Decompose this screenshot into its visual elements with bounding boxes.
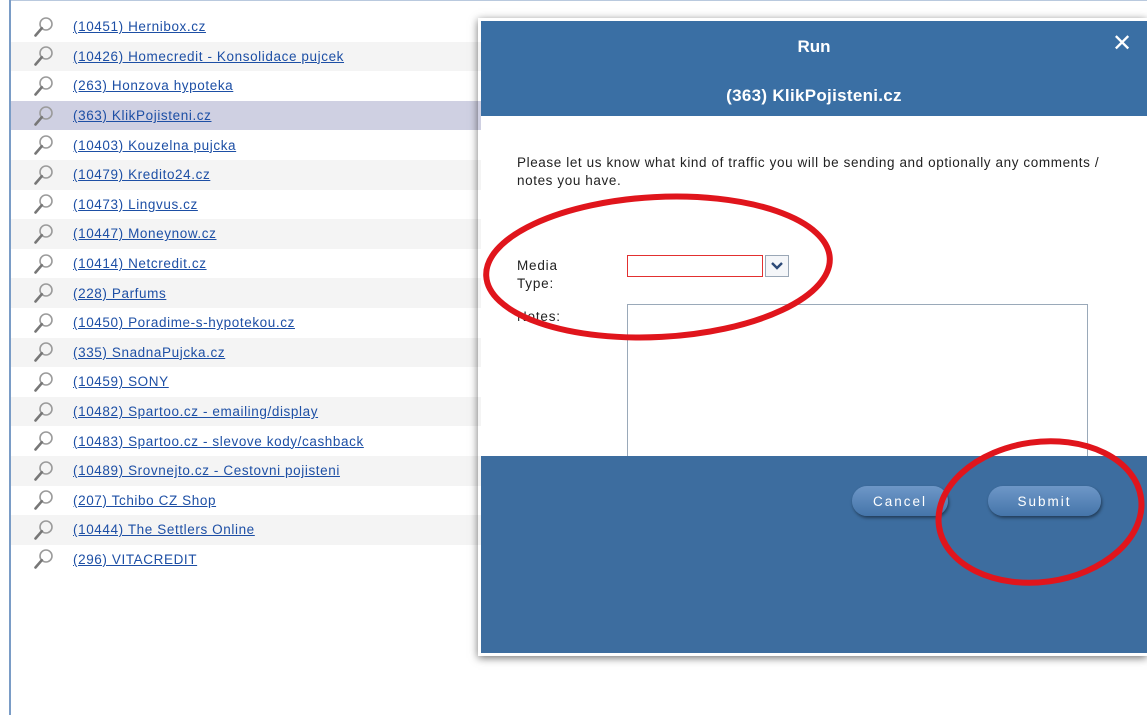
magnifier-icon[interactable] [33, 223, 55, 245]
magnifier-icon[interactable] [33, 430, 55, 452]
submit-button[interactable]: Submit [988, 486, 1101, 516]
dialog-subtitle: (363) KlikPojisteni.cz [726, 86, 902, 105]
media-type-dropdown-button[interactable] [765, 255, 789, 277]
dialog-footer: Cancel Submit [481, 456, 1147, 653]
magnifier-icon[interactable] [33, 548, 55, 570]
program-link[interactable]: (10414) Netcredit.cz [73, 256, 207, 271]
notes-label: Notes: [517, 309, 561, 324]
magnifier-icon[interactable] [33, 460, 55, 482]
program-link[interactable]: (10482) Spartoo.cz - emailing/display [73, 404, 318, 419]
program-link[interactable]: (10403) Kouzelna pujcka [73, 138, 236, 153]
magnifier-icon[interactable] [33, 341, 55, 363]
magnifier-icon[interactable] [33, 371, 55, 393]
dialog-title: Run [797, 37, 831, 56]
notes-textarea[interactable] [627, 304, 1088, 456]
cancel-button[interactable]: Cancel [852, 486, 948, 516]
media-type-label: Media Type: [517, 258, 558, 291]
program-link[interactable]: (10489) Srovnejto.cz - Cestovni pojisten… [73, 463, 340, 478]
magnifier-icon[interactable] [33, 489, 55, 511]
program-link[interactable]: (10426) Homecredit - Konsolidace pujcek [73, 49, 344, 64]
magnifier-icon[interactable] [33, 105, 55, 127]
magnifier-icon[interactable] [33, 312, 55, 334]
run-dialog: Run (363) KlikPojisteni.cz ✕ Please let … [481, 21, 1147, 653]
program-link[interactable]: (10473) Lingvus.cz [73, 197, 198, 212]
program-link[interactable]: (10483) Spartoo.cz - slevove kody/cashba… [73, 434, 364, 449]
magnifier-icon[interactable] [33, 193, 55, 215]
program-link[interactable]: (263) Honzova hypoteka [73, 78, 233, 93]
dialog-header: Run (363) KlikPojisteni.cz ✕ [481, 21, 1147, 116]
close-icon[interactable]: ✕ [1111, 32, 1133, 56]
program-link[interactable]: (207) Tchibo CZ Shop [73, 493, 216, 508]
program-link[interactable]: (335) SnadnaPujcka.cz [73, 345, 225, 360]
program-link[interactable]: (296) VITACREDIT [73, 552, 197, 567]
program-link[interactable]: (10444) The Settlers Online [73, 522, 255, 537]
program-link[interactable]: (10479) Kredito24.cz [73, 167, 210, 182]
magnifier-icon[interactable] [33, 164, 55, 186]
program-link[interactable]: (228) Parfums [73, 286, 166, 301]
media-type-select[interactable] [627, 255, 763, 277]
program-link[interactable]: (10450) Poradime-s-hypotekou.cz [73, 315, 295, 330]
magnifier-icon[interactable] [33, 45, 55, 67]
program-link[interactable]: (363) KlikPojisteni.cz [73, 108, 212, 123]
program-link[interactable]: (10459) SONY [73, 374, 169, 389]
chevron-down-icon [771, 262, 783, 270]
magnifier-icon[interactable] [33, 16, 55, 38]
magnifier-icon[interactable] [33, 134, 55, 156]
magnifier-icon[interactable] [33, 253, 55, 275]
dialog-body: Please let us know what kind of traffic … [481, 116, 1147, 456]
magnifier-icon[interactable] [33, 401, 55, 423]
magnifier-icon[interactable] [33, 519, 55, 541]
program-link[interactable]: (10451) Hernibox.cz [73, 19, 206, 34]
magnifier-icon[interactable] [33, 75, 55, 97]
frame-top-border [9, 0, 1147, 1]
magnifier-icon[interactable] [33, 282, 55, 304]
dialog-instructions: Please let us know what kind of traffic … [517, 155, 1100, 188]
program-link[interactable]: (10447) Moneynow.cz [73, 226, 216, 241]
